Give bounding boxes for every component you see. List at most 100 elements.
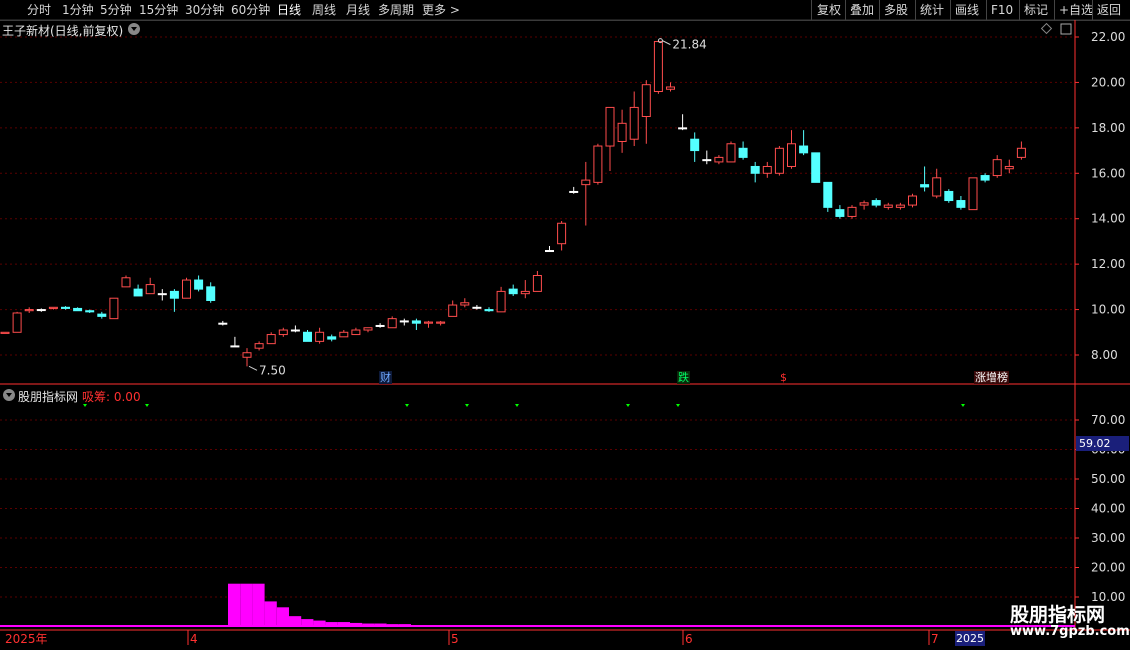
candle-body	[182, 279, 191, 299]
candle-body	[327, 336, 337, 340]
stock-chart-window: 分时 1分钟 5分钟 15分钟 30分钟 60分钟 日线 周线 月线 多周期 更…	[0, 0, 1130, 650]
candle-body	[1004, 165, 1014, 170]
indicator-tick-label: 30.00	[1091, 531, 1125, 545]
candle-body	[36, 309, 46, 312]
year-marker: 2025	[955, 631, 985, 646]
candle-body	[932, 177, 942, 197]
candle-body	[351, 329, 361, 336]
candle-body	[0, 331, 10, 334]
accumulation-bar	[374, 623, 387, 625]
stock-title: 王子新材(日线,前复权)	[2, 24, 124, 38]
watermark-text: 股朋指标网	[1010, 604, 1106, 626]
candle-body	[206, 286, 216, 301]
candle-body	[399, 320, 409, 323]
fall-tag[interactable]: 跌	[677, 371, 690, 384]
candle-body	[762, 165, 772, 174]
candle-body	[61, 306, 70, 309]
candle-body	[315, 331, 325, 342]
candle-body	[424, 321, 433, 324]
candle-body	[641, 84, 651, 117]
candle-body	[956, 200, 966, 208]
diamond-icon	[1040, 22, 1053, 35]
candle-body	[750, 165, 760, 174]
candle-body	[290, 329, 300, 332]
candle-body	[411, 320, 421, 324]
candle-body	[835, 209, 845, 217]
high-price-label: 21.84	[672, 38, 706, 52]
indicator-chevron-down-icon[interactable]	[3, 389, 15, 401]
candle-body	[145, 284, 155, 295]
x-month-label: 6	[685, 632, 693, 646]
candle-body	[194, 279, 204, 290]
candle-body	[496, 290, 506, 313]
candle-body	[883, 204, 893, 208]
candle-body	[1016, 147, 1026, 158]
candle-body	[24, 309, 34, 312]
signal-marker	[405, 404, 409, 407]
dollar-tag[interactable]: $	[779, 371, 788, 384]
candle-body	[968, 177, 978, 211]
candle-body	[774, 147, 784, 174]
candle-body	[847, 206, 857, 217]
finance-tag[interactable]: 财	[379, 371, 392, 384]
candle-body	[157, 293, 167, 296]
candle-body	[218, 322, 228, 325]
accumulation-bar	[313, 620, 326, 625]
gainers-tag[interactable]: 涨增榜	[974, 371, 1009, 384]
low-price-label: 7.50	[259, 363, 286, 377]
candle-body	[557, 222, 567, 245]
candle-body	[73, 307, 83, 312]
price-tick-label: 22.00	[1091, 30, 1125, 44]
candle-body	[617, 122, 627, 142]
candle-body	[375, 324, 385, 327]
candle-body	[895, 204, 905, 208]
candle-body	[666, 86, 675, 90]
x-month-label: 5	[451, 632, 459, 646]
candle-body	[823, 181, 833, 208]
candle-body	[629, 106, 639, 140]
accumulation-bar	[240, 583, 253, 625]
indicator-name[interactable]: 股朋指标网	[18, 388, 78, 405]
indicator-tick-label: 40.00	[1091, 502, 1125, 516]
price-tick-label: 12.00	[1091, 257, 1125, 271]
accumulation-bar	[301, 619, 314, 625]
candle-body	[303, 331, 312, 342]
candle-body	[230, 345, 240, 348]
chevron-down-icon[interactable]	[128, 23, 140, 35]
accumulation-bar	[276, 607, 289, 625]
candle-body	[690, 138, 700, 152]
price-tick-label: 10.00	[1091, 303, 1125, 317]
price-tick-label: 8.00	[1091, 348, 1118, 362]
candle-body	[859, 202, 869, 206]
candle-body	[908, 195, 917, 206]
candle-body	[605, 106, 615, 147]
candle-body	[278, 329, 288, 336]
candle-body	[460, 302, 470, 306]
signal-marker	[465, 404, 469, 407]
candle-body	[339, 331, 349, 338]
candle-body	[133, 288, 143, 297]
candle-body	[545, 250, 554, 253]
candle-body	[169, 290, 179, 299]
candle-body	[508, 288, 518, 295]
candle-body	[581, 179, 591, 186]
chart-canvas[interactable]: 8.00 10.00 12.00 14.00 16.00 18.00 20.00 22.00 2…	[0, 0, 1130, 650]
price-tick-label: 20.00	[1091, 75, 1125, 89]
window-toggle-icon	[1060, 23, 1072, 35]
accumulation-bar	[228, 583, 241, 625]
candle-body	[472, 306, 482, 309]
candle-body	[254, 343, 264, 349]
candle-body	[109, 297, 119, 320]
candle-body	[593, 145, 603, 183]
low-marker-line	[248, 365, 258, 371]
candle-body	[532, 275, 542, 292]
candle-body	[387, 318, 397, 329]
candle-body	[714, 156, 724, 163]
candle-body	[811, 152, 821, 183]
candle-body	[920, 184, 930, 188]
candle-body	[799, 145, 809, 154]
candle-body	[678, 127, 688, 130]
x-month-label: 4	[190, 632, 198, 646]
indicator-tick-label: 50.00	[1091, 472, 1125, 486]
candle-body	[242, 352, 252, 358]
